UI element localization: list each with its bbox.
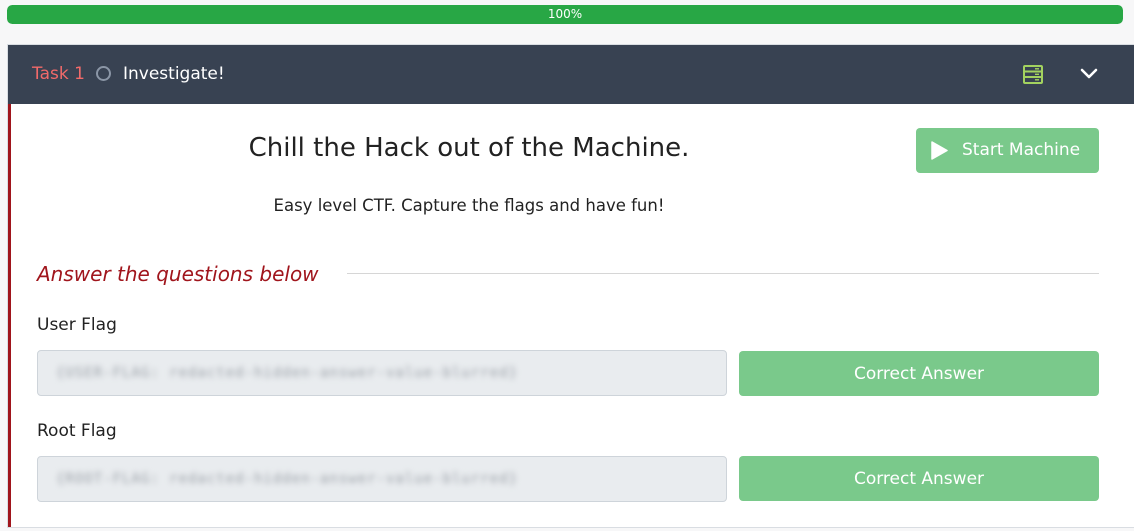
root-flag-correct-button[interactable]: Correct Answer	[739, 456, 1099, 501]
user-flag-input[interactable]: {USER-FLAG: redacted-hidden-answer-value…	[37, 350, 727, 396]
task-card: Task 1 Investigate! Chill the Hack out o…	[7, 44, 1134, 528]
section-divider	[347, 273, 1099, 274]
server-icon[interactable]	[1023, 65, 1043, 84]
start-machine-button[interactable]: Start Machine	[916, 128, 1099, 173]
root-flag-input[interactable]: {ROOT-FLAG: redacted-hidden-answer-value…	[37, 456, 727, 502]
chevron-down-icon[interactable]	[1080, 67, 1098, 81]
answers-section-title: Answer the questions below	[37, 262, 319, 286]
status-circle-icon	[96, 66, 111, 81]
task-body: Chill the Hack out of the Machine. Easy …	[8, 104, 1134, 527]
question-label-user-flag: User Flag	[37, 315, 117, 335]
user-flag-correct-button[interactable]: Correct Answer	[739, 351, 1099, 396]
start-machine-label: Start Machine	[962, 140, 1081, 160]
task-title: Investigate!	[123, 64, 225, 84]
root-flag-value: {ROOT-FLAG: redacted-hidden-answer-value…	[56, 471, 519, 487]
progress-bar: 100%	[7, 5, 1123, 24]
task-header[interactable]: Task 1 Investigate!	[8, 45, 1134, 104]
progress-label: 100%	[547, 7, 583, 21]
question-label-root-flag: Root Flag	[37, 421, 117, 441]
user-flag-value: {USER-FLAG: redacted-hidden-answer-value…	[56, 365, 519, 381]
task-heading: Chill the Hack out of the Machine.	[248, 133, 690, 163]
task-description: Easy level CTF. Capture the flags and ha…	[273, 196, 665, 215]
play-icon	[931, 141, 948, 160]
task-label: Task 1	[32, 64, 85, 84]
progress-fill: 100%	[7, 5, 1123, 24]
